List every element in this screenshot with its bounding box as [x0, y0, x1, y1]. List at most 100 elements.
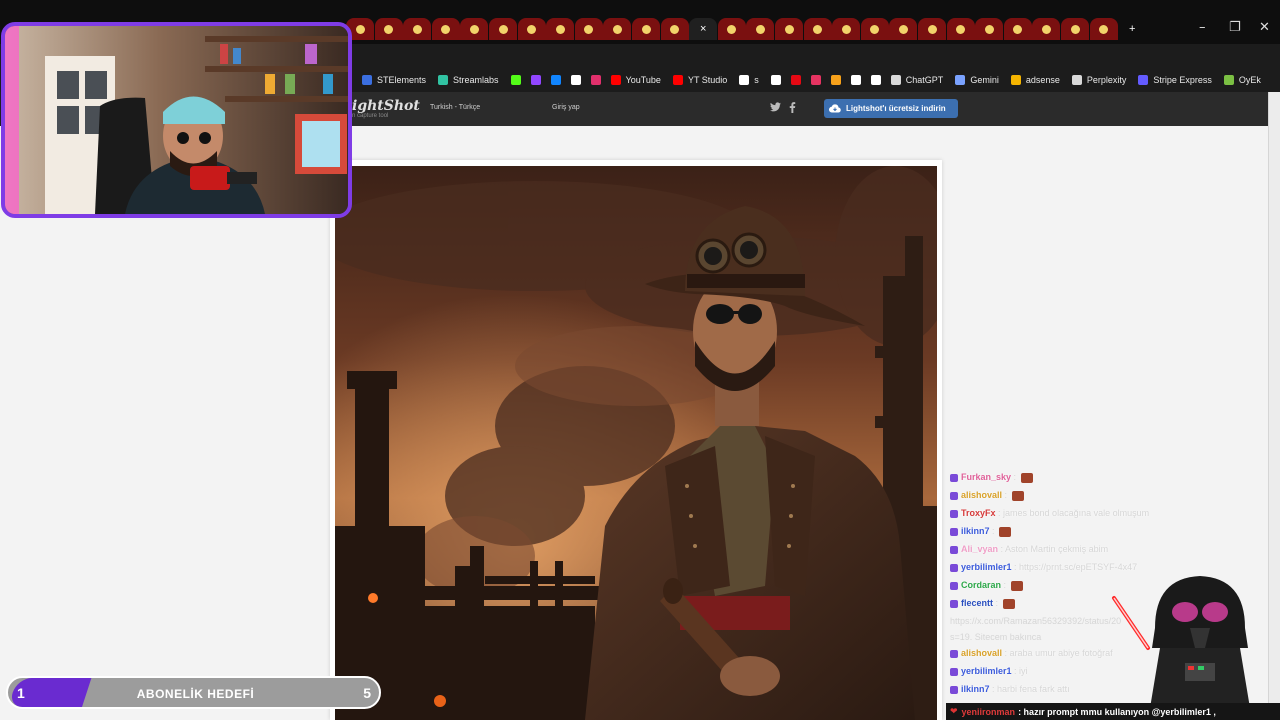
- chat-username[interactable]: TroxyFx: [961, 508, 996, 518]
- chat-username[interactable]: Furkan_sky: [961, 472, 1011, 482]
- browser-tab[interactable]: [489, 18, 517, 40]
- chat-text-continued[interactable]: https://x.com/Ramazan56329392/status/20: [950, 616, 1121, 626]
- chat-text: james bond olacağına vale olmuşum: [1003, 508, 1150, 518]
- bookmark-favicon-icon: [570, 75, 581, 85]
- chat-message: ilkinn7 : harbi fena fark attı: [950, 684, 1070, 694]
- bookmark-item[interactable]: [550, 75, 561, 85]
- browser-tab[interactable]: [975, 18, 1004, 40]
- bookmark-item[interactable]: [830, 75, 841, 85]
- chat-message: TroxyFx : james bond olacağına vale olmu…: [950, 508, 1149, 518]
- bookmark-item[interactable]: Streamlabs: [438, 75, 499, 85]
- bookmark-item[interactable]: [510, 75, 521, 85]
- browser-tab[interactable]: [632, 18, 660, 40]
- download-button[interactable]: Lightshot'ı ücretsiz indirin: [824, 99, 958, 118]
- bookmark-item[interactable]: YouTube: [610, 75, 661, 85]
- chat-text-continued: s=19. Sitecem bakınca: [950, 632, 1042, 642]
- bookmark-item[interactable]: s: [739, 75, 759, 85]
- browser-tab[interactable]: [460, 18, 489, 40]
- bookmark-item[interactable]: [590, 75, 601, 85]
- browser-tab[interactable]: [889, 18, 918, 40]
- login-link[interactable]: Giriş yap: [552, 104, 580, 111]
- close-window-button[interactable]: ✕: [1259, 20, 1270, 35]
- bookmark-favicon-icon: [870, 75, 881, 85]
- browser-tab[interactable]: [1089, 18, 1118, 40]
- tab-favicon-icon: [612, 24, 622, 34]
- facebook-icon[interactable]: [789, 102, 796, 116]
- chat-separator: :: [1002, 648, 1010, 658]
- browser-tab[interactable]: [1061, 18, 1089, 40]
- chat-separator: :: [995, 508, 1004, 518]
- bookmark-item[interactable]: [850, 75, 861, 85]
- bookmark-item[interactable]: [530, 75, 541, 85]
- browser-tab[interactable]: [660, 18, 689, 40]
- browser-tab[interactable]: [546, 18, 575, 40]
- maximize-button[interactable]: ❐: [1229, 20, 1241, 35]
- bookmark-favicon-icon: [550, 75, 561, 85]
- bookmark-item[interactable]: [770, 75, 781, 85]
- browser-tab[interactable]: [717, 18, 746, 40]
- chat-separator: :: [989, 526, 998, 536]
- lightshot-logo[interactable]: ightShot: [352, 98, 420, 114]
- browser-tab[interactable]: ×: [689, 18, 718, 40]
- chat-username[interactable]: Cordaran: [961, 580, 1001, 590]
- browser-tab[interactable]: [431, 18, 460, 40]
- tab-favicon-icon: [956, 24, 966, 34]
- browser-tab[interactable]: [1003, 18, 1032, 40]
- bookmark-favicon-icon: [810, 75, 821, 85]
- browser-tab[interactable]: [860, 18, 889, 40]
- bookmark-favicon-icon: [955, 75, 966, 85]
- tab-favicon-icon: [441, 24, 451, 34]
- chat-username[interactable]: ilkinn7: [961, 684, 990, 694]
- browser-tab[interactable]: [517, 18, 546, 40]
- bookmark-item[interactable]: Perplexity: [1071, 75, 1127, 85]
- browser-tab[interactable]: [746, 18, 775, 40]
- bookmark-item[interactable]: [870, 75, 881, 85]
- bookmark-item[interactable]: [810, 75, 821, 85]
- bookmark-item[interactable]: [570, 75, 581, 85]
- browser-tab[interactable]: [403, 18, 432, 40]
- browser-tab[interactable]: [803, 18, 832, 40]
- bookmark-item[interactable]: ChatGPT: [890, 75, 943, 85]
- chat-username[interactable]: ilkinn7: [961, 526, 990, 536]
- tab-favicon-icon: [727, 24, 737, 34]
- shared-screenshot-image: [335, 166, 937, 720]
- bookmark-item[interactable]: YT Studio: [672, 75, 727, 85]
- bookmark-item[interactable]: Gemini: [955, 75, 999, 85]
- chat-emote-icon: [1020, 472, 1033, 483]
- bookmark-item[interactable]: adsense: [1010, 75, 1060, 85]
- minimize-button[interactable]: –: [1199, 20, 1206, 35]
- browser-tab[interactable]: [374, 18, 403, 40]
- bookmark-item[interactable]: Stripe Express: [1138, 75, 1212, 85]
- subscriber-goal-label: ABONELİK HEDEFİ: [136, 687, 255, 701]
- chat-username[interactable]: flecentt: [961, 598, 993, 608]
- lightshot-header: ightShot n capture tool Turkish - Türkçe…: [352, 92, 1268, 126]
- browser-tab[interactable]: [574, 18, 603, 40]
- browser-tab[interactable]: [832, 18, 861, 40]
- browser-tab[interactable]: [946, 18, 975, 40]
- bookmark-item[interactable]: STElements: [362, 75, 426, 85]
- chat-username[interactable]: alishovall: [961, 648, 1002, 658]
- browser-tab[interactable]: [918, 18, 946, 40]
- bookmark-item[interactable]: OyEk: [1223, 75, 1261, 85]
- language-selector[interactable]: Turkish - Türkçe: [430, 104, 480, 111]
- download-button-label: Lightshot'ı ücretsiz indirin: [846, 104, 946, 113]
- chat-username[interactable]: yerbilimler1: [961, 562, 1012, 572]
- chat-badge-icon: [950, 545, 958, 554]
- chat-username[interactable]: yerbilimler1: [961, 666, 1012, 676]
- tab-favicon-icon: [1099, 24, 1109, 34]
- twitter-icon[interactable]: [770, 102, 781, 115]
- new-tab-button[interactable]: +: [1118, 18, 1146, 40]
- chat-separator: :: [1001, 580, 1009, 590]
- browser-tab[interactable]: [1032, 18, 1061, 40]
- browser-tab[interactable]: [775, 18, 803, 40]
- chat-emote-icon: [1011, 490, 1024, 501]
- chat-message: Furkan_sky :: [950, 472, 1033, 483]
- tab-favicon-icon: [984, 24, 994, 34]
- bookmark-label: Perplexity: [1086, 75, 1127, 85]
- browser-tab[interactable]: [603, 18, 632, 40]
- bookmark-label: STElements: [377, 75, 427, 85]
- chat-username[interactable]: Ali_vyan: [961, 544, 998, 554]
- bookmark-item[interactable]: [790, 75, 801, 85]
- chat-username[interactable]: alishovall: [961, 490, 1002, 500]
- page-scrollbar[interactable]: [1268, 92, 1280, 720]
